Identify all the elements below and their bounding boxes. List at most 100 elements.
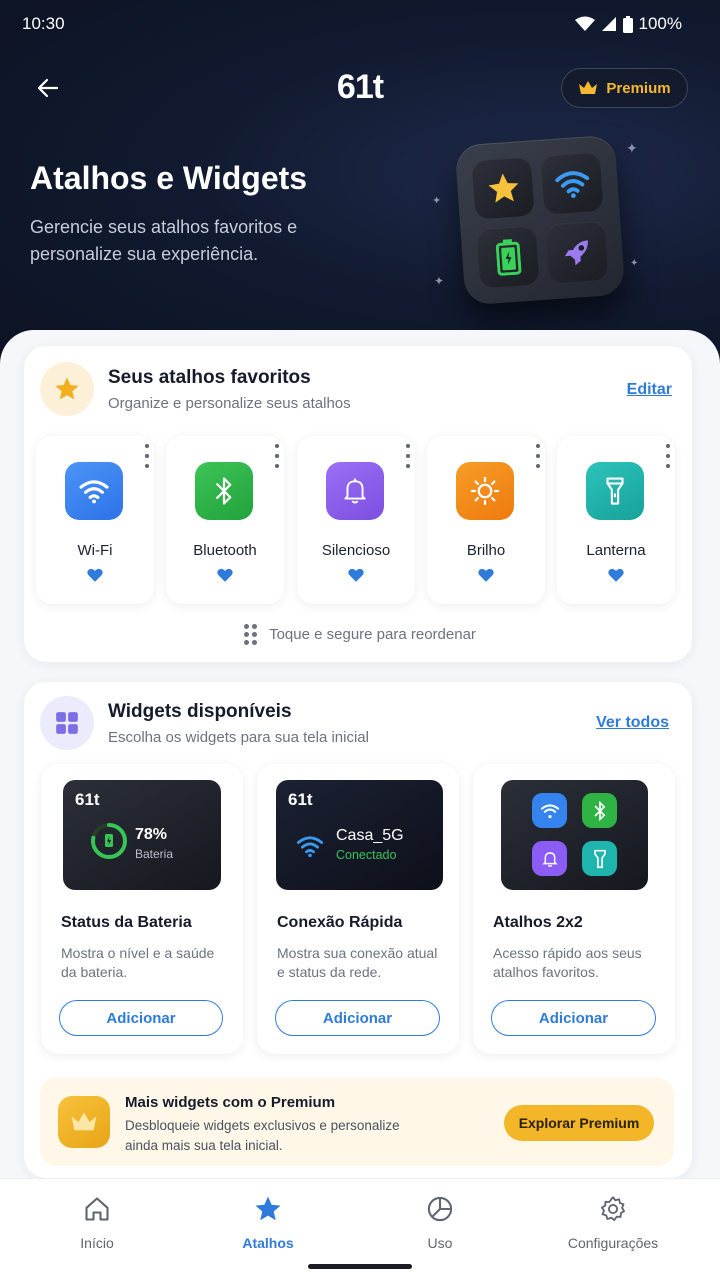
promo-title: Mais widgets com o Premium [125, 1094, 336, 1111]
pie-chart-icon [424, 1193, 456, 1225]
premium-promo-banner: Mais widgets com o Premium Desbloqueie w… [40, 1078, 674, 1166]
nav-inicio[interactable]: Início [27, 1193, 167, 1251]
favorites-title: Seus atalhos favoritos [108, 367, 311, 388]
page-title: Atalhos e Widgets [30, 160, 308, 196]
nav-label: Atalhos [242, 1235, 294, 1251]
widgets-title: Widgets disponíveis [108, 701, 292, 722]
nav-atalhos[interactable]: Atalhos [198, 1193, 338, 1251]
flashlight-icon [586, 462, 644, 520]
home-icon [81, 1193, 113, 1225]
widget-preview-shortcuts [501, 780, 648, 890]
widget-preview-battery: 61t 78% Bateria [63, 780, 221, 890]
widget-title: Conexão Rápida [277, 914, 403, 931]
heart-icon[interactable] [477, 566, 495, 584]
header: 10:30 100% 61t Premium Atalhos e Widgets… [0, 0, 720, 380]
battery-ring [91, 823, 127, 859]
home-indicator [308, 1264, 412, 1269]
wifi-status-icon [574, 16, 595, 31]
widget-description: Mostra o nível e a saúde da bateria. [61, 945, 215, 980]
shortcut-label: Wi-Fi [77, 542, 113, 559]
rocket-icon [564, 239, 588, 265]
heart-icon[interactable] [216, 566, 234, 584]
crown-icon [58, 1096, 110, 1148]
reorder-hint: Toque e segure para reordenar [0, 624, 720, 645]
edit-link[interactable]: Editar [627, 381, 672, 399]
shortcut-silencioso[interactable]: Silencioso [297, 436, 415, 604]
grid-icon [56, 712, 78, 734]
widgets-subtitle: Escolha os widgets para sua tela inicial [108, 729, 369, 746]
more-options-icon[interactable] [663, 444, 673, 468]
favorites-section-icon [40, 362, 94, 416]
shortcut-lanterna[interactable]: Lanterna [557, 436, 675, 604]
heart-icon[interactable] [86, 566, 104, 584]
widget-preview-connection: 61t Casa_5G Conectado [276, 780, 443, 890]
wifi-icon [296, 836, 324, 858]
wifi-icon [65, 462, 123, 520]
star-icon [252, 1193, 284, 1225]
widget-description: Acesso rápido aos seus atalhos favoritos… [493, 945, 642, 980]
see-all-link[interactable]: Ver todos [596, 714, 669, 732]
battery-icon [622, 15, 633, 33]
battery-caption: Bateria [135, 847, 174, 861]
widget-card-shortcuts-2x2[interactable]: Atalhos 2x2 Acesso rápido aos seus atalh… [473, 764, 675, 1054]
nav-label: Uso [427, 1235, 453, 1251]
more-options-icon[interactable] [272, 444, 282, 468]
more-options-icon[interactable] [403, 444, 413, 468]
shortcut-label: Lanterna [586, 542, 646, 559]
sparkle-icon: ✦ [432, 195, 442, 207]
promo-description: Desbloqueie widgets exclusivos e persona… [125, 1118, 400, 1153]
hero-rocket-tile [545, 220, 609, 284]
shortcut-label: Brilho [466, 542, 506, 559]
widget-card-battery[interactable]: 61t 78% Bateria Status da Bateria Mostra… [41, 764, 243, 1054]
crown-icon [579, 81, 598, 94]
star-icon [55, 377, 79, 400]
add-widget-button[interactable]: Adicionar [491, 1000, 656, 1036]
page-subtitle: Gerencie seus atalhos favoritos e person… [30, 217, 298, 264]
shortcut-brilho[interactable]: Brilho [427, 436, 545, 604]
explore-premium-button[interactable]: Explorar Premium [504, 1105, 654, 1141]
preview-bluetooth-icon [582, 793, 617, 828]
signal-icon [601, 17, 616, 31]
gear-icon [597, 1193, 629, 1225]
sparkle-icon: ✦ [626, 140, 638, 156]
hero-wifi-tile [540, 151, 604, 215]
favorites-subtitle: Organize e personalize seus atalhos [108, 395, 351, 412]
more-options-icon[interactable] [142, 444, 152, 468]
premium-button[interactable]: Premium [561, 68, 688, 108]
preview-bell-icon [532, 841, 567, 876]
status-bar: 10:30 100% [22, 12, 682, 36]
reorder-hint-text: Toque e segure para reordenar [269, 626, 476, 643]
sparkle-icon: ✦ [434, 274, 445, 288]
widget-title: Status da Bateria [61, 914, 192, 931]
bell-icon [326, 462, 384, 520]
nav-label: Início [80, 1235, 114, 1251]
preview-wifi-icon [532, 793, 567, 828]
shortcut-wifi[interactable]: Wi-Fi [36, 436, 154, 604]
bluetooth-icon [195, 462, 253, 520]
network-status: Conectado [336, 848, 397, 862]
hero-illustration [454, 134, 626, 306]
widget-card-connection[interactable]: 61t Casa_5G Conectado Conexão Rápida Mos… [257, 764, 459, 1054]
battery-percent: 100% [638, 14, 682, 33]
heart-icon[interactable] [347, 566, 365, 584]
nav-configuracoes[interactable]: Configurações [543, 1193, 683, 1251]
sparkle-icon: ✦ [630, 258, 639, 269]
nav-uso[interactable]: Uso [370, 1193, 510, 1251]
add-widget-button[interactable]: Adicionar [59, 1000, 223, 1036]
shortcut-bluetooth[interactable]: Bluetooth [166, 436, 284, 604]
status-time: 10:30 [22, 14, 65, 33]
add-widget-button[interactable]: Adicionar [275, 1000, 440, 1036]
widget-title: Atalhos 2x2 [493, 914, 583, 931]
star-icon [487, 173, 518, 203]
drag-handle-icon [244, 624, 258, 645]
nav-label: Configurações [567, 1235, 659, 1251]
widget-logo: 61t [288, 790, 313, 809]
more-options-icon[interactable] [533, 444, 543, 468]
network-name: Casa_5G [336, 827, 404, 844]
heart-icon[interactable] [607, 566, 625, 584]
premium-label: Premium [606, 79, 671, 97]
widget-logo: 61t [75, 790, 100, 809]
widget-description: Mostra sua conexão atual e status da red… [277, 945, 438, 980]
hero-battery-tile [476, 225, 540, 289]
preview-flashlight-icon [582, 841, 617, 876]
